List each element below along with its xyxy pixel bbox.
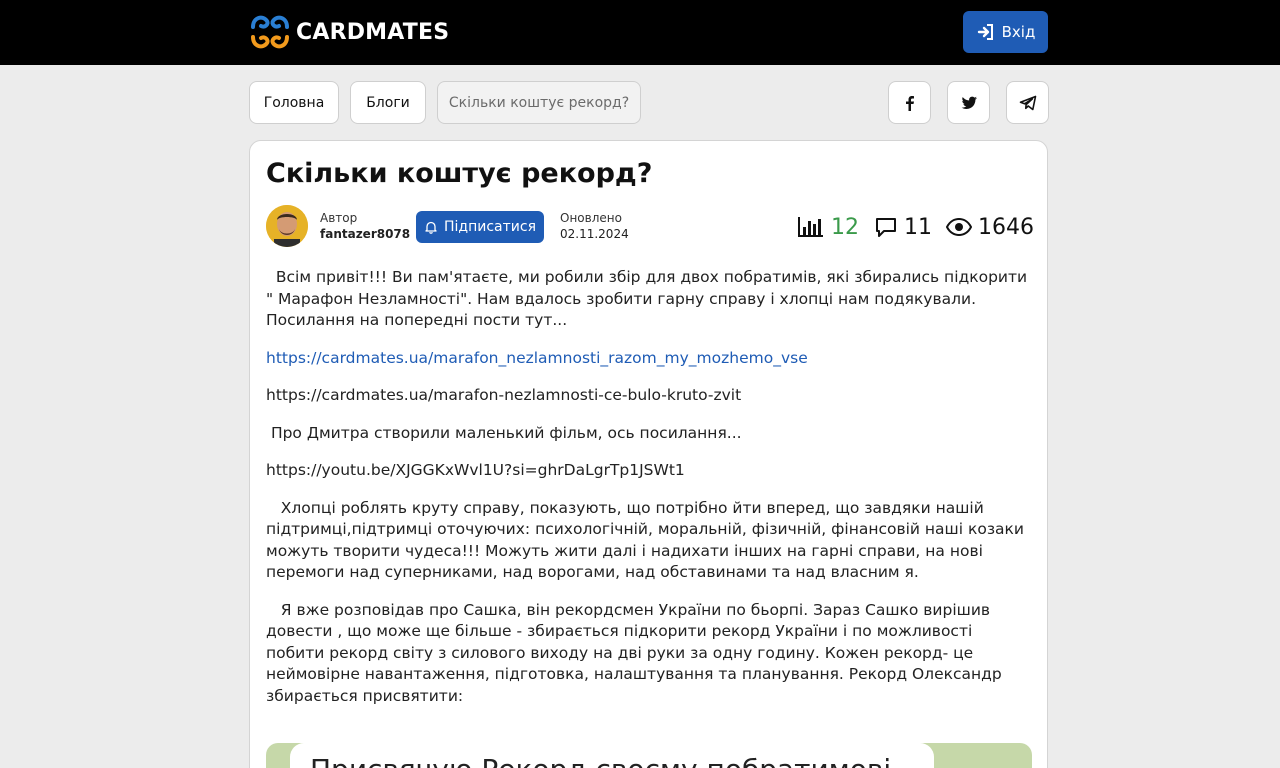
login-icon (977, 24, 993, 40)
share-telegram-button[interactable] (1006, 81, 1049, 124)
paragraph: https://cardmates.ua/marafon-nezlamnosti… (266, 386, 742, 404)
paragraph: Хлопці роблять круту справу, показують, … (266, 498, 1029, 582)
breadcrumb-blogs[interactable]: Блоги (350, 81, 426, 124)
breadcrumb-label: Блоги (366, 94, 410, 111)
updated-label: Оновлено (560, 211, 622, 225)
login-label: Вхід (1001, 23, 1036, 41)
author-name[interactable]: fantazer8078 (320, 227, 410, 241)
breadcrumb-current: Скільки коштує рекорд? (437, 81, 641, 124)
share-facebook-button[interactable] (888, 81, 931, 124)
comments-count: 11 (904, 214, 932, 240)
telegram-icon (1019, 95, 1036, 110)
breadcrumb-home[interactable]: Головна (249, 81, 339, 124)
breadcrumb-label: Скільки коштує рекорд? (448, 94, 630, 111)
facebook-icon (905, 95, 914, 111)
subscribe-label: Підписатися (444, 219, 536, 235)
share-twitter-button[interactable] (947, 81, 990, 124)
login-button[interactable]: Вхід (963, 11, 1048, 53)
paragraph: Всім привіт!!! Ви пам'ятаєте, ми робили … (266, 268, 1033, 329)
avatar-image (266, 205, 308, 247)
post-card: Скільки коштує рекорд? Автор fantazer807… (249, 140, 1048, 768)
avatar[interactable] (266, 205, 308, 247)
comments-stat[interactable]: 11 (874, 213, 932, 241)
bell-icon (425, 221, 437, 234)
views-count: 1646 (978, 214, 1034, 240)
comment-icon (876, 218, 896, 237)
breadcrumb-label: Головна (263, 94, 325, 111)
paragraph: https://youtu.be/XJGGKxWvl1U?si=ghrDaLgr… (266, 461, 685, 479)
post-title: Скільки коштує рекорд? (266, 158, 653, 189)
logo[interactable]: CARDMATES (249, 11, 449, 53)
top-bar: CARDMATES Вхід (0, 0, 1280, 65)
bar-chart-icon (798, 217, 823, 237)
dedication-banner: Присвячую Рекорд своєму побратимові (266, 743, 1032, 768)
views-stat: 1646 (946, 213, 1034, 241)
updated-date: 02.11.2024 (560, 227, 629, 241)
paragraph: Про Дмитра створили маленький фільм, ось… (266, 423, 742, 442)
rating-stat[interactable]: 12 (797, 213, 859, 241)
rating-count: 12 (831, 214, 859, 240)
post-content: Всім привіт!!! Ви пам'ятаєте, ми робили … (266, 267, 1034, 723)
banner-text: Присвячую Рекорд своєму побратимові (310, 753, 891, 768)
logo-text: CARDMATES (296, 19, 450, 45)
author-label: Автор (320, 211, 358, 225)
banner-panel: Присвячую Рекорд своєму побратимові (290, 743, 934, 768)
eye-icon (946, 217, 972, 237)
subscribe-button[interactable]: Підписатися (416, 211, 544, 243)
paragraph: Я вже розповідав про Сашка, він рекордсм… (266, 600, 1007, 705)
logo-icon (251, 15, 289, 49)
twitter-icon (961, 96, 977, 109)
post-link[interactable]: https://cardmates.ua/marafon_nezlamnosti… (266, 349, 808, 367)
